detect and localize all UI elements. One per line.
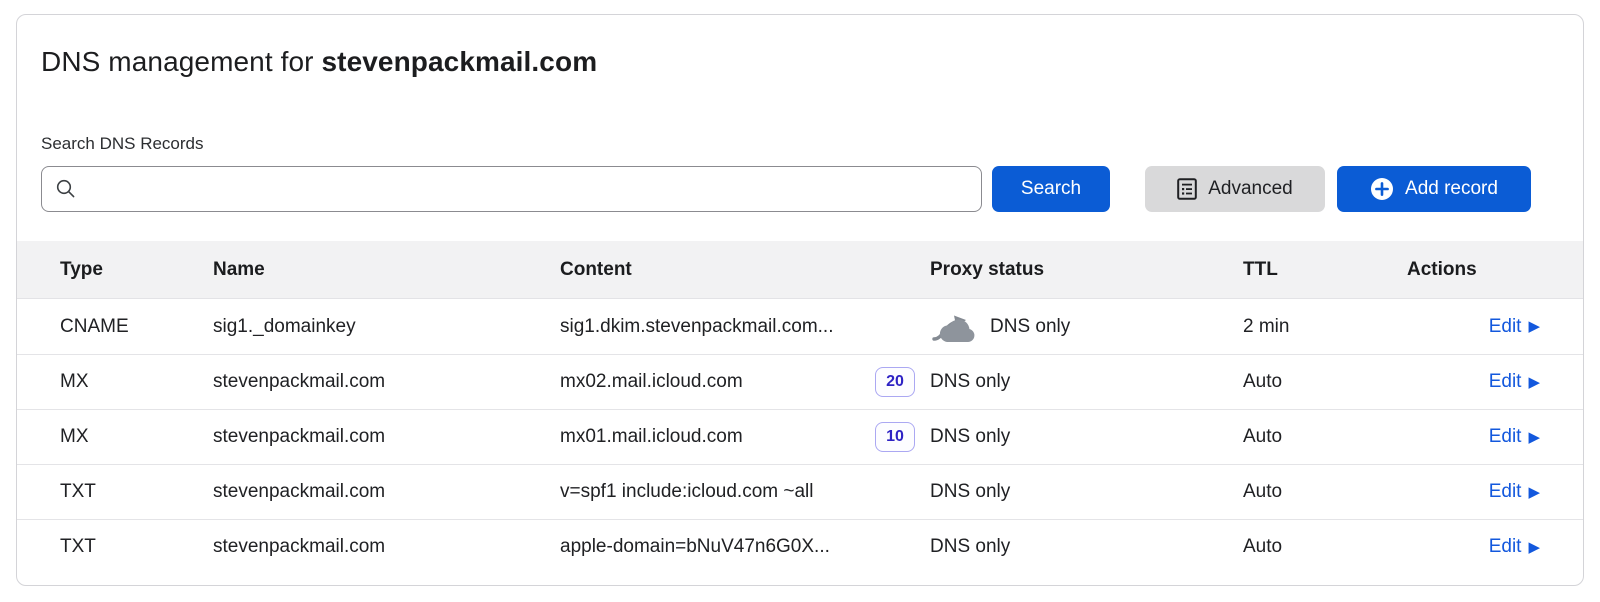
proxy-status-cell: DNS only xyxy=(930,371,1243,393)
column-header-name: Name xyxy=(213,259,560,281)
record-actions: Edit ▶ xyxy=(1389,481,1583,503)
column-header-proxy-status: Proxy status xyxy=(930,259,1243,281)
dns-records-table: Type Name Content Proxy status TTL Actio… xyxy=(17,241,1583,574)
record-content: v=spf1 include:icloud.com ~all xyxy=(560,481,930,503)
proxy-status-cell: DNS only xyxy=(930,536,1243,558)
page-title-prefix: DNS management for xyxy=(41,46,321,77)
record-name: stevenpackmail.com xyxy=(213,426,560,448)
record-actions: Edit ▶ xyxy=(1389,426,1583,448)
proxy-status-cell: DNS only xyxy=(930,426,1243,448)
proxy-status-label: DNS only xyxy=(930,426,1010,448)
list-document-icon xyxy=(1177,178,1197,200)
edit-label: Edit xyxy=(1489,371,1522,393)
record-type: MX xyxy=(17,426,213,448)
search-icon xyxy=(55,178,77,200)
record-ttl: Auto xyxy=(1243,536,1389,558)
edit-button[interactable]: Edit ▶ xyxy=(1489,371,1540,393)
record-content: mx02.mail.icloud.com 20 xyxy=(560,367,930,397)
add-record-button[interactable]: Add record xyxy=(1337,166,1531,212)
record-content: sig1.dkim.stevenpackmail.com... xyxy=(560,316,930,338)
advanced-button[interactable]: Advanced xyxy=(1145,166,1325,212)
record-type: TXT xyxy=(17,536,213,558)
edit-arrow-icon: ▶ xyxy=(1528,319,1540,334)
priority-badge: 20 xyxy=(875,367,915,397)
edit-button[interactable]: Edit ▶ xyxy=(1489,316,1540,338)
record-ttl: 2 min xyxy=(1243,316,1389,338)
record-actions: Edit ▶ xyxy=(1389,536,1583,558)
edit-button[interactable]: Edit ▶ xyxy=(1489,481,1540,503)
record-content-text: mx01.mail.icloud.com xyxy=(560,426,743,448)
table-row: TXT stevenpackmail.com v=spf1 include:ic… xyxy=(17,464,1583,519)
plus-circle-icon xyxy=(1370,177,1394,201)
edit-label: Edit xyxy=(1489,536,1522,558)
page-title: DNS management for stevenpackmail.com xyxy=(41,45,1559,79)
column-header-ttl: TTL xyxy=(1243,259,1389,281)
search-button[interactable]: Search xyxy=(992,166,1110,212)
edit-arrow-icon: ▶ xyxy=(1528,430,1540,445)
edit-label: Edit xyxy=(1489,481,1522,503)
table-row: TXT stevenpackmail.com apple-domain=bNuV… xyxy=(17,519,1583,574)
proxy-status-label: DNS only xyxy=(930,371,1010,393)
record-ttl: Auto xyxy=(1243,426,1389,448)
edit-arrow-icon: ▶ xyxy=(1528,540,1540,555)
priority-badge: 10 xyxy=(875,422,915,452)
column-header-actions: Actions xyxy=(1389,259,1583,281)
edit-label: Edit xyxy=(1489,426,1522,448)
table-row: CNAME sig1._domainkey sig1.dkim.stevenpa… xyxy=(17,299,1583,354)
record-ttl: Auto xyxy=(1243,371,1389,393)
add-record-button-label: Add record xyxy=(1405,178,1498,200)
search-input[interactable] xyxy=(86,167,968,211)
proxy-status-label: DNS only xyxy=(990,316,1070,338)
edit-label: Edit xyxy=(1489,316,1522,338)
table-header-row: Type Name Content Proxy status TTL Actio… xyxy=(17,241,1583,299)
record-actions: Edit ▶ xyxy=(1389,316,1583,338)
column-header-type: Type xyxy=(17,259,213,281)
table-row: MX stevenpackmail.com mx01.mail.icloud.c… xyxy=(17,409,1583,464)
record-type: MX xyxy=(17,371,213,393)
edit-arrow-icon: ▶ xyxy=(1528,375,1540,390)
proxy-status-cell: DNS only xyxy=(930,481,1243,503)
dns-management-card: DNS management for stevenpackmail.com Se… xyxy=(16,14,1584,586)
proxy-status-cell: DNS only xyxy=(930,309,1243,345)
proxy-status-label: DNS only xyxy=(930,481,1010,503)
page-title-domain: stevenpackmail.com xyxy=(321,46,597,77)
search-label: Search DNS Records xyxy=(41,134,1559,154)
edit-arrow-icon: ▶ xyxy=(1528,485,1540,500)
record-name: stevenpackmail.com xyxy=(213,371,560,393)
search-input-container xyxy=(41,166,982,212)
record-type: TXT xyxy=(17,481,213,503)
record-content: mx01.mail.icloud.com 10 xyxy=(560,422,930,452)
edit-button[interactable]: Edit ▶ xyxy=(1489,426,1540,448)
proxy-status-label: DNS only xyxy=(930,536,1010,558)
advanced-button-label: Advanced xyxy=(1208,178,1293,200)
edit-button[interactable]: Edit ▶ xyxy=(1489,536,1540,558)
record-name: sig1._domainkey xyxy=(213,316,560,338)
dns-only-cloud-icon xyxy=(930,311,980,345)
table-row: MX stevenpackmail.com mx02.mail.icloud.c… xyxy=(17,354,1583,409)
record-name: stevenpackmail.com xyxy=(213,481,560,503)
record-content-text: mx02.mail.icloud.com xyxy=(560,371,743,393)
record-actions: Edit ▶ xyxy=(1389,371,1583,393)
column-header-content: Content xyxy=(560,259,930,281)
record-name: stevenpackmail.com xyxy=(213,536,560,558)
record-content-text: sig1.dkim.stevenpackmail.com... xyxy=(560,316,834,338)
record-content-text: v=spf1 include:icloud.com ~all xyxy=(560,481,813,503)
record-content: apple-domain=bNuV47n6G0X... xyxy=(560,536,930,558)
record-ttl: Auto xyxy=(1243,481,1389,503)
record-type: CNAME xyxy=(17,316,213,338)
search-toolbar: Search Advanced Add record xyxy=(41,166,1531,212)
record-content-text: apple-domain=bNuV47n6G0X... xyxy=(560,536,830,558)
